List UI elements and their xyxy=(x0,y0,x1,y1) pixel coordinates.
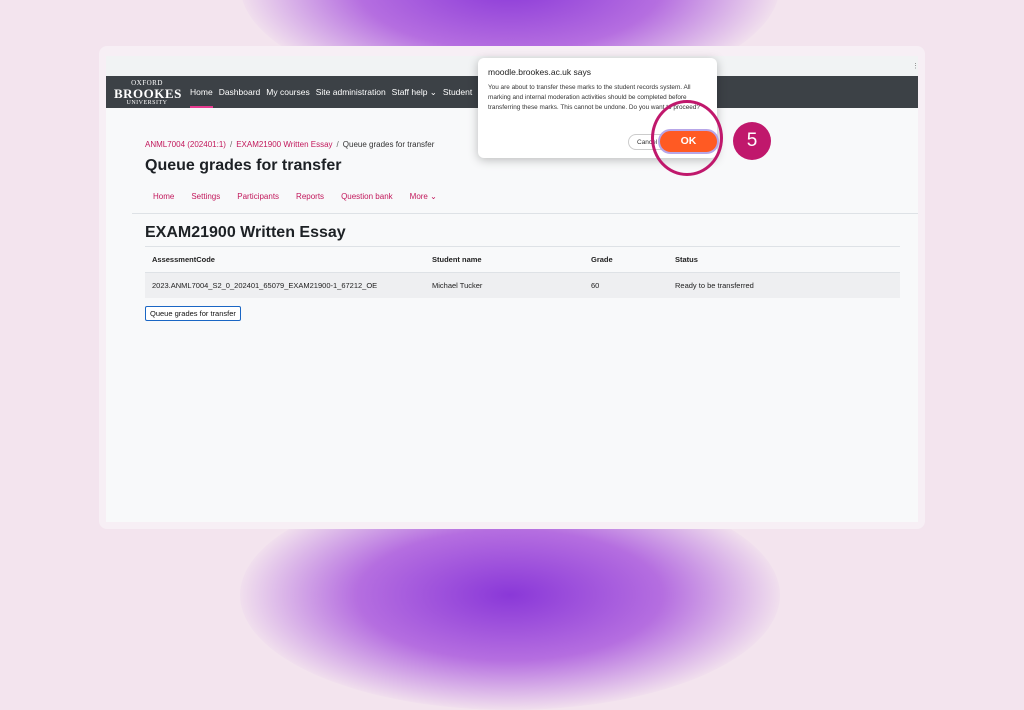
breadcrumb-separator: / xyxy=(229,140,233,149)
cell-status: Ready to be transferred xyxy=(675,281,754,290)
cell-grade: 60 xyxy=(591,281,600,290)
table-header-row: AssessmentCode Student name Grade Status xyxy=(145,247,900,272)
tab-participants[interactable]: Participants xyxy=(237,192,279,201)
table-row: 2023.ANML7004_S2_0_202401_65079_EXAM2190… xyxy=(145,272,900,298)
logo-line-2: BROOKES xyxy=(114,86,182,101)
breadcrumb-separator: / xyxy=(336,140,339,149)
header-assessment-code: AssessmentCode xyxy=(152,255,215,264)
breadcrumb-course[interactable]: ANML7004 (202401:1) xyxy=(145,140,226,149)
nav-item-dashboard[interactable]: Dashboard xyxy=(219,76,261,108)
breadcrumb-assignment[interactable]: EXAM21900 Written Essay xyxy=(236,140,332,149)
browser-menu-icon[interactable]: ⋮ xyxy=(912,62,918,70)
queue-grades-button[interactable]: Queue grades for transfer xyxy=(145,306,241,321)
tab-home[interactable]: Home xyxy=(153,192,174,201)
primary-nav: Home Dashboard My courses Site administr… xyxy=(190,76,478,108)
tab-question-bank[interactable]: Question bank xyxy=(341,192,393,201)
dialog-title: moodle.brookes.ac.uk says xyxy=(488,67,591,77)
secondary-nav-divider xyxy=(132,213,918,214)
nav-item-staff-help[interactable]: Staff help ⌄ xyxy=(392,76,437,108)
nav-item-site-administration[interactable]: Site administration xyxy=(316,76,386,108)
nav-item-my-courses[interactable]: My courses xyxy=(266,76,309,108)
page-title: Queue grades for transfer xyxy=(145,157,342,174)
nav-item-student[interactable]: Student xyxy=(443,76,472,108)
breadcrumb: ANML7004 (202401:1) / EXAM21900 Written Es… xyxy=(145,140,434,149)
header-grade: Grade xyxy=(591,255,613,264)
header-student-name: Student name xyxy=(432,255,482,264)
breadcrumb-current: Queue grades for transfer xyxy=(342,140,435,149)
header-status: Status xyxy=(675,255,698,264)
tab-reports[interactable]: Reports xyxy=(296,192,324,201)
secondary-nav: Home Settings Participants Reports Quest… xyxy=(153,192,454,201)
cell-student-name: Michael Tucker xyxy=(432,281,483,290)
cell-assessment-code: 2023.ANML7004_S2_0_202401_65079_EXAM2190… xyxy=(152,281,378,290)
tab-settings[interactable]: Settings xyxy=(191,192,220,201)
nav-item-home[interactable]: Home xyxy=(190,76,213,108)
section-title: EXAM21900 Written Essay xyxy=(145,224,346,241)
grades-table: AssessmentCode Student name Grade Status… xyxy=(145,246,900,298)
dialog-ok-button[interactable]: OK xyxy=(658,129,719,154)
oxford-brookes-logo[interactable]: OXFORD BROOKES UNIVERSITY xyxy=(114,80,182,107)
tab-more[interactable]: More ⌄ xyxy=(410,192,437,201)
step-number-badge: 5 xyxy=(733,122,771,160)
